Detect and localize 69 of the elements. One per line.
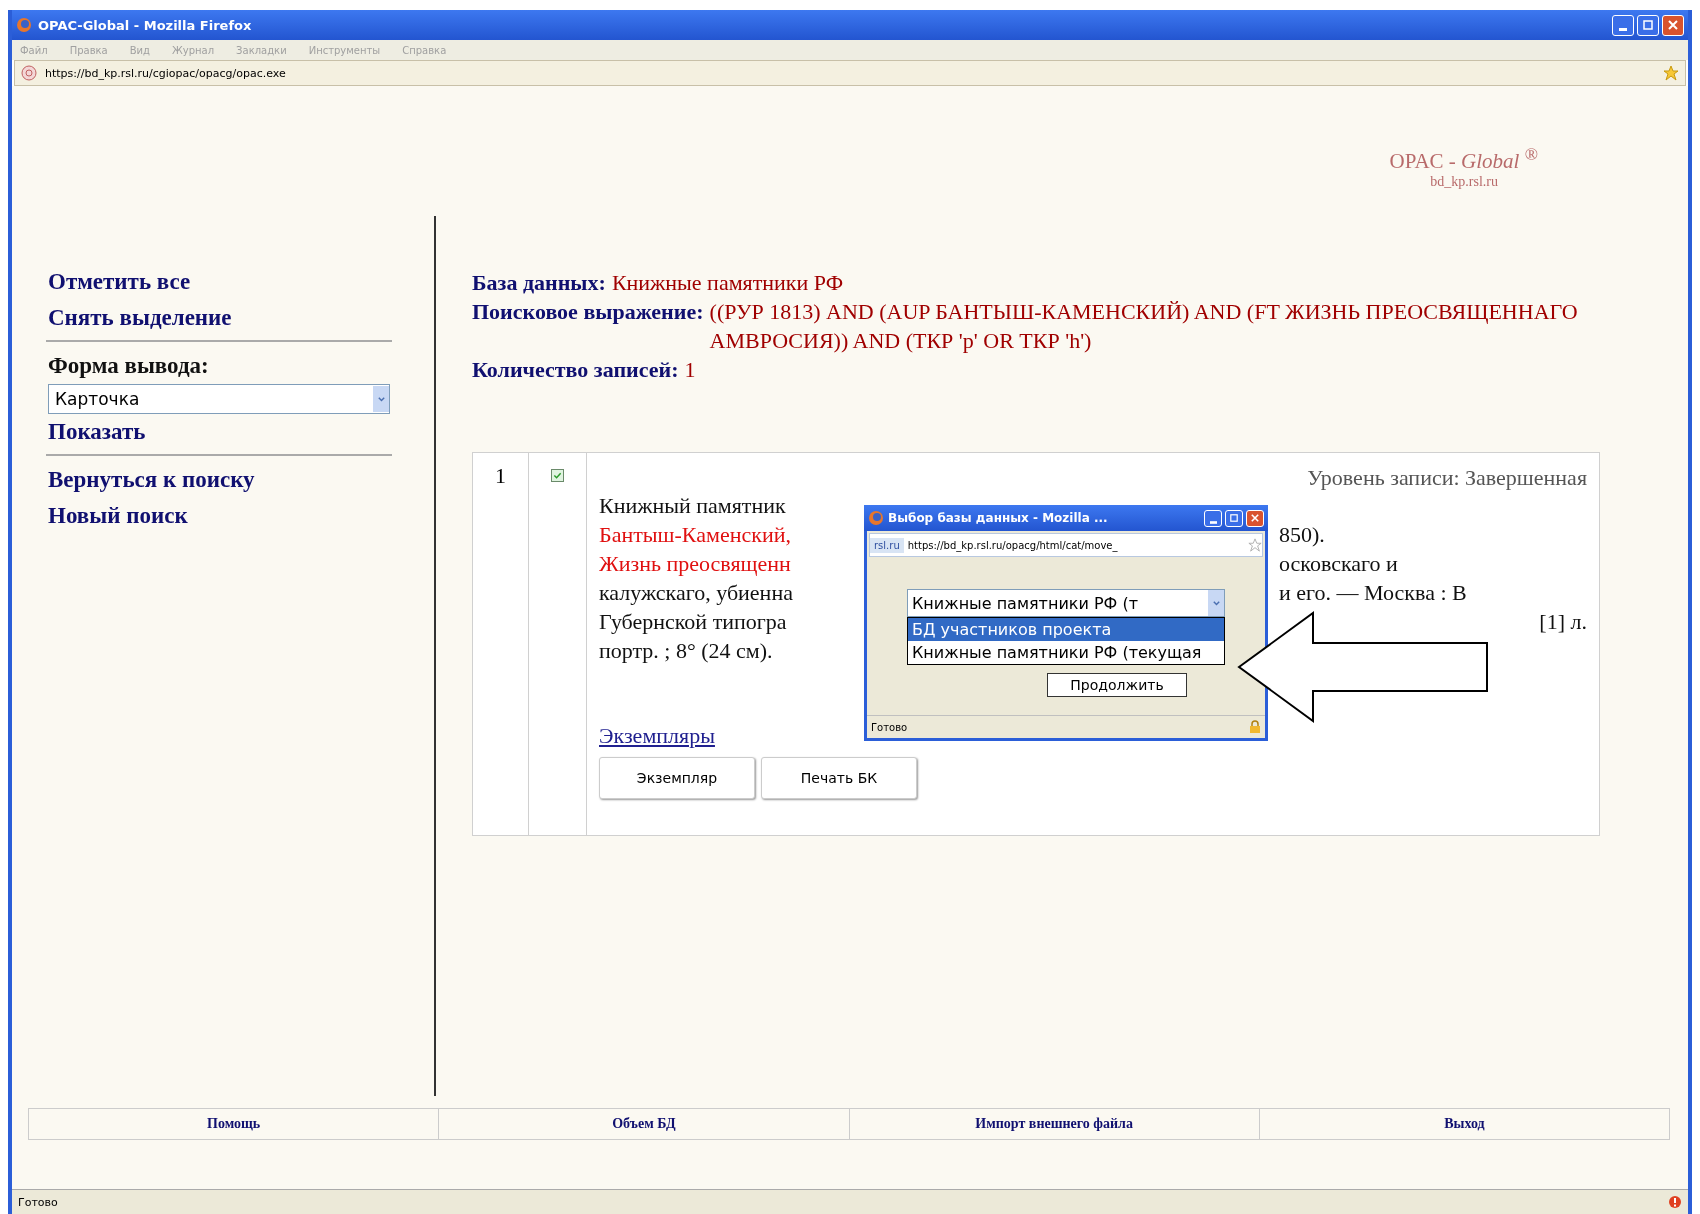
record-text: и его. — Москва : В [1279, 579, 1467, 607]
record-text: калужскаго, убиенна [599, 579, 793, 607]
status-text: Готово [871, 721, 908, 733]
record-checkbox[interactable] [551, 469, 564, 482]
record-text: Губернской типогра [599, 608, 787, 636]
footer-link[interactable]: Выход [1259, 1109, 1669, 1139]
warning-icon [1668, 1195, 1682, 1209]
record-text: Книжный памятник [599, 492, 786, 520]
dropdown-caret-icon [1208, 590, 1224, 616]
maximize-icon [1643, 20, 1653, 30]
star-icon[interactable] [1663, 65, 1679, 81]
summary-value: ((РУР 1813) AND (AUP БАНТЫШ-КАМЕНСКИЙ) AND (FT ЖИЗНЬ ПРЕОСВЯЩЕННАГО АМВРОСИЯ)) AND (ТКР 'р' OR ТКР 'h') [709, 298, 1579, 355]
summary-value: 1 [684, 356, 696, 384]
close-icon [1251, 514, 1259, 522]
close-button[interactable] [1246, 509, 1264, 527]
record-text: Бантыш-Каменский, [599, 521, 791, 549]
logo-subtitle: bd_kp.rsl.ru [1430, 174, 1498, 190]
output-form-label: Форма вывода: [48, 352, 209, 380]
address-bar[interactable]: https://bd_kp.rsl.ru/cgiopac/opacg/opac.exe [14, 60, 1686, 86]
dropdown-option[interactable]: БД участников проекта [908, 618, 1224, 641]
site-badge: rsl.ru [870, 537, 904, 553]
footer-link[interactable]: Импорт внешнего файла [849, 1109, 1260, 1139]
maximize-icon [1230, 514, 1238, 522]
summary-value: Книжные памятники РФ [611, 269, 844, 297]
continue-button[interactable]: Продолжить [1047, 673, 1187, 697]
dropdown-caret-icon [373, 386, 389, 412]
record-number: 1 [473, 453, 529, 835]
sidebar-link[interactable]: Отметить все [48, 264, 191, 300]
record-text: 850). [1279, 521, 1325, 549]
minimize-button[interactable] [1204, 509, 1222, 527]
summary-label: База данных: [472, 269, 606, 297]
maximize-button[interactable] [1225, 509, 1243, 527]
summary-label: Количество записей: [472, 356, 679, 384]
padlock-icon [1249, 720, 1261, 734]
site-identity-icon [21, 65, 37, 81]
sidebar-link[interactable]: Новый поиск [48, 498, 188, 534]
sidebar-link[interactable]: Показать [48, 414, 146, 450]
maximize-button[interactable] [1637, 14, 1659, 36]
browser-logo-icon [868, 510, 884, 526]
sidebar-link[interactable]: Снять выделение [48, 300, 232, 336]
record-text: [1] л. [1539, 608, 1587, 636]
logo-title: OPAC - Global $^{®}$ [1389, 144, 1538, 174]
dropdown-option[interactable]: Книжные памятники РФ (текущая [908, 641, 1224, 664]
output-form-select[interactable]: Карточка [48, 384, 390, 414]
browser-logo-icon [16, 17, 32, 33]
star-icon[interactable] [1248, 538, 1262, 552]
minimize-icon [1209, 520, 1217, 524]
sidebar-link[interactable]: Вернуться к поиску [48, 462, 255, 498]
record-button[interactable]: Печать БК [761, 757, 917, 799]
database-select[interactable]: Книжные памятники РФ (т [907, 589, 1225, 617]
record-text: Жизнь преосвященн [599, 550, 791, 578]
close-icon [1668, 20, 1678, 30]
minimize-icon [1619, 27, 1627, 31]
copies-link[interactable]: Экземпляры [599, 723, 715, 749]
minimize-button[interactable] [1612, 14, 1634, 36]
record-text: портр. ; 8° (24 см). [599, 637, 773, 665]
summary-label: Поисковое выражение: [472, 298, 704, 326]
record-button[interactable]: Экземпляр [599, 757, 755, 799]
status-text: Готово [18, 1195, 58, 1209]
url-text: https://bd_kp.rsl.ru/cgiopac/opacg/opac.exe [45, 66, 287, 80]
footer-link[interactable]: Помощь [29, 1109, 440, 1139]
checkmark-icon [553, 471, 562, 480]
footer-link[interactable]: Объем БД [439, 1109, 850, 1139]
window-title: OPAC-Global - Mozilla Firefox [38, 17, 253, 33]
url-text: https://bd_kp.rsl.ru/opacg/html/cat/move_ [907, 539, 1119, 551]
record-text: осковскаго и [1279, 550, 1398, 578]
record-status: Уровень записи: Завершенная [1306, 465, 1587, 491]
popup-title: Выбор базы данных - Mozilla ... [888, 511, 1109, 525]
close-button[interactable] [1662, 14, 1684, 36]
